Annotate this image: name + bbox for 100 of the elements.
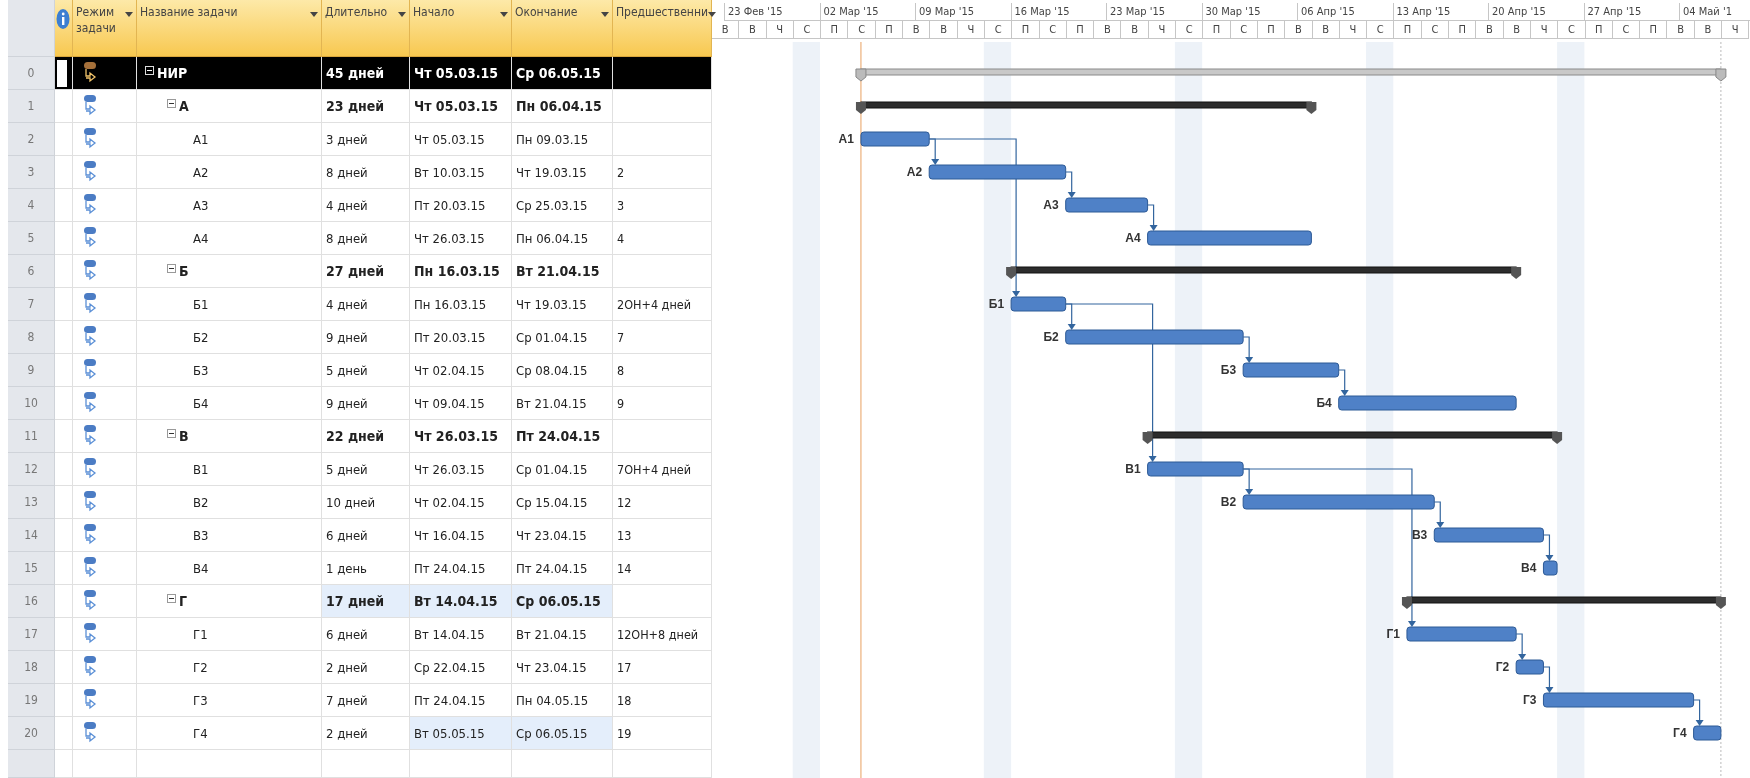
dependency-arrow xyxy=(1515,633,1527,660)
day-label: П xyxy=(821,21,849,39)
task-name: Г3 xyxy=(193,692,208,708)
dropdown-arrow-icon[interactable] xyxy=(500,12,508,17)
task-row[interactable]: 10 Б4 9 дней Чт 09.04.15 Вт 21.04.15 9 xyxy=(8,387,712,420)
column-header[interactable]: Режим задачи xyxy=(73,0,137,57)
dropdown-arrow-icon[interactable] xyxy=(398,12,406,17)
dropdown-arrow-icon[interactable] xyxy=(708,12,716,17)
summary-bar[interactable] xyxy=(1142,431,1563,444)
task-name: В2 xyxy=(193,494,209,510)
bar-label: А3 xyxy=(1043,198,1059,212)
task-bar[interactable] xyxy=(1542,560,1558,576)
task-row[interactable]: 7 Б1 4 дней Пн 16.03.15 Чт 19.03.15 2ОН+4 дней xyxy=(8,288,712,321)
day-label: С xyxy=(1421,21,1449,39)
week-label: 23 Фев '15 xyxy=(725,3,821,21)
column-header[interactable]: Название задачи xyxy=(137,0,322,57)
row-number: 16 xyxy=(8,585,55,618)
task-name: А xyxy=(179,98,189,114)
collapse-icon[interactable] xyxy=(167,98,176,108)
task-row[interactable]: 6 Б 27 дней Пн 16.03.15 Вт 21.04.15 xyxy=(8,255,712,288)
bar-label: Б4 xyxy=(1316,396,1332,410)
dropdown-arrow-icon[interactable] xyxy=(125,12,133,17)
dependency-arrow xyxy=(1242,336,1254,363)
task-mode-icon xyxy=(83,325,97,349)
column-header[interactable]: Начало xyxy=(410,0,512,57)
task-row[interactable]: 14 В3 6 дней Чт 16.04.15 Чт 23.04.15 13 xyxy=(8,519,712,552)
task-name: А4 xyxy=(193,230,209,246)
day-label: П xyxy=(1257,21,1286,39)
task-row[interactable]: 9 Б3 5 дней Чт 02.04.15 Ср 08.04.15 8 xyxy=(8,354,712,387)
row-number: 12 xyxy=(8,453,55,486)
week-label: 20 Апр '15 xyxy=(1489,3,1585,21)
task-row[interactable]: 11 В 22 дней Чт 26.03.15 Пт 24.04.15 xyxy=(8,420,712,453)
task-bar[interactable] xyxy=(1242,362,1340,378)
summary-bar[interactable] xyxy=(1401,596,1726,609)
dependency-arrow xyxy=(1542,666,1554,693)
task-row[interactable]: 2 А1 3 дней Чт 05.03.15 Пн 09.03.15 xyxy=(8,123,712,156)
bar-label: Б1 xyxy=(988,297,1005,311)
row-number: 2 xyxy=(8,123,55,156)
task-row[interactable]: 4 А3 4 дней Пт 20.03.15 Ср 25.03.15 3 xyxy=(8,189,712,222)
row-number: 4 xyxy=(8,189,55,222)
day-label: П xyxy=(1449,21,1477,39)
task-name: Б2 xyxy=(193,329,209,345)
day-label: П xyxy=(1066,21,1095,39)
task-mode-icon xyxy=(83,490,97,514)
task-row[interactable]: 1 А 23 дней Чт 05.03.15 Пн 06.04.15 xyxy=(8,90,712,123)
task-bar[interactable] xyxy=(1010,296,1067,312)
column-header[interactable]: Длительно xyxy=(322,0,410,57)
task-name: Б4 xyxy=(193,395,209,411)
column-header[interactable] xyxy=(55,0,73,57)
task-name: В1 xyxy=(193,461,209,477)
task-row[interactable]: 5 А4 8 дней Чт 26.03.15 Пн 06.04.15 4 xyxy=(8,222,712,255)
day-label: В xyxy=(1312,21,1340,39)
task-bar[interactable] xyxy=(928,164,1067,180)
task-row[interactable]: 17 Г1 6 дней Вт 14.04.15 Вт 21.04.15 12ОН+8 дней xyxy=(8,618,712,651)
task-row[interactable]: 20 Г4 2 дней Вт 05.05.15 Ср 06.05.15 19 xyxy=(8,717,712,750)
day-label: С xyxy=(1612,21,1641,39)
day-label: П xyxy=(1203,21,1231,39)
row-header-corner xyxy=(8,0,55,57)
dropdown-arrow-icon[interactable] xyxy=(310,12,318,17)
task-row[interactable]: 0 НИР 45 дней Чт 05.03.15 Ср 06.05.15 xyxy=(8,57,712,90)
day-label: В xyxy=(1667,21,1695,39)
row-number: 11 xyxy=(8,420,55,453)
row-number: 3 xyxy=(8,156,55,189)
collapse-icon[interactable] xyxy=(167,428,176,438)
task-bar[interactable] xyxy=(860,131,930,147)
task-row[interactable]: 8 Б2 9 дней Пт 20.03.15 Ср 01.04.15 7 xyxy=(8,321,712,354)
collapse-icon[interactable] xyxy=(167,593,176,603)
day-label: П xyxy=(875,21,904,39)
row-number: 18 xyxy=(8,651,55,684)
task-bar[interactable] xyxy=(1065,197,1149,213)
task-name: А3 xyxy=(193,197,209,213)
bar-label: А1 xyxy=(838,132,854,146)
task-row[interactable]: 15 В4 1 день Пт 24.04.15 Пт 24.04.15 14 xyxy=(8,552,712,585)
task-row[interactable]: 16 Г 17 дней Вт 14.04.15 Ср 06.05.15 xyxy=(8,585,712,618)
task-row[interactable]: 18 Г2 2 дней Ср 22.04.15 Чт 23.04.15 17 xyxy=(8,651,712,684)
day-label: С xyxy=(1230,21,1258,39)
row-number: 20 xyxy=(8,717,55,750)
summary-bar[interactable] xyxy=(855,101,1317,114)
bar-label: Г3 xyxy=(1522,693,1537,707)
day-label: С xyxy=(984,21,1013,39)
task-row[interactable]: 3 А2 8 дней Вт 10.03.15 Чт 19.03.15 2 xyxy=(8,156,712,189)
bar-label: А4 xyxy=(1125,231,1141,245)
task-mode-icon xyxy=(83,457,97,481)
task-mode-icon xyxy=(83,391,97,415)
task-bar[interactable] xyxy=(1693,725,1722,741)
task-row[interactable]: 13 В2 10 дней Чт 02.04.15 Ср 15.04.15 12 xyxy=(8,486,712,519)
task-mode-icon xyxy=(83,688,97,712)
week-label: 06 Апр '15 xyxy=(1298,3,1394,21)
task-row[interactable]: 19 Г3 7 дней Пт 24.04.15 Пн 04.05.15 18 xyxy=(8,684,712,717)
dropdown-arrow-icon[interactable] xyxy=(601,12,609,17)
day-label: В xyxy=(1094,21,1122,39)
dependency-arrow xyxy=(1147,204,1158,231)
day-label: Ч xyxy=(1530,21,1559,39)
day-label: В xyxy=(1476,21,1504,39)
task-bar[interactable] xyxy=(1515,659,1544,675)
collapse-icon[interactable] xyxy=(167,263,176,273)
column-header[interactable]: Окончание xyxy=(512,0,613,57)
week-label: 27 Апр '15 xyxy=(1584,3,1680,21)
summary-bar[interactable] xyxy=(1006,266,1522,279)
task-row[interactable]: 12 В1 5 дней Чт 26.03.15 Ср 01.04.15 7ОН+4 дней xyxy=(8,453,712,486)
